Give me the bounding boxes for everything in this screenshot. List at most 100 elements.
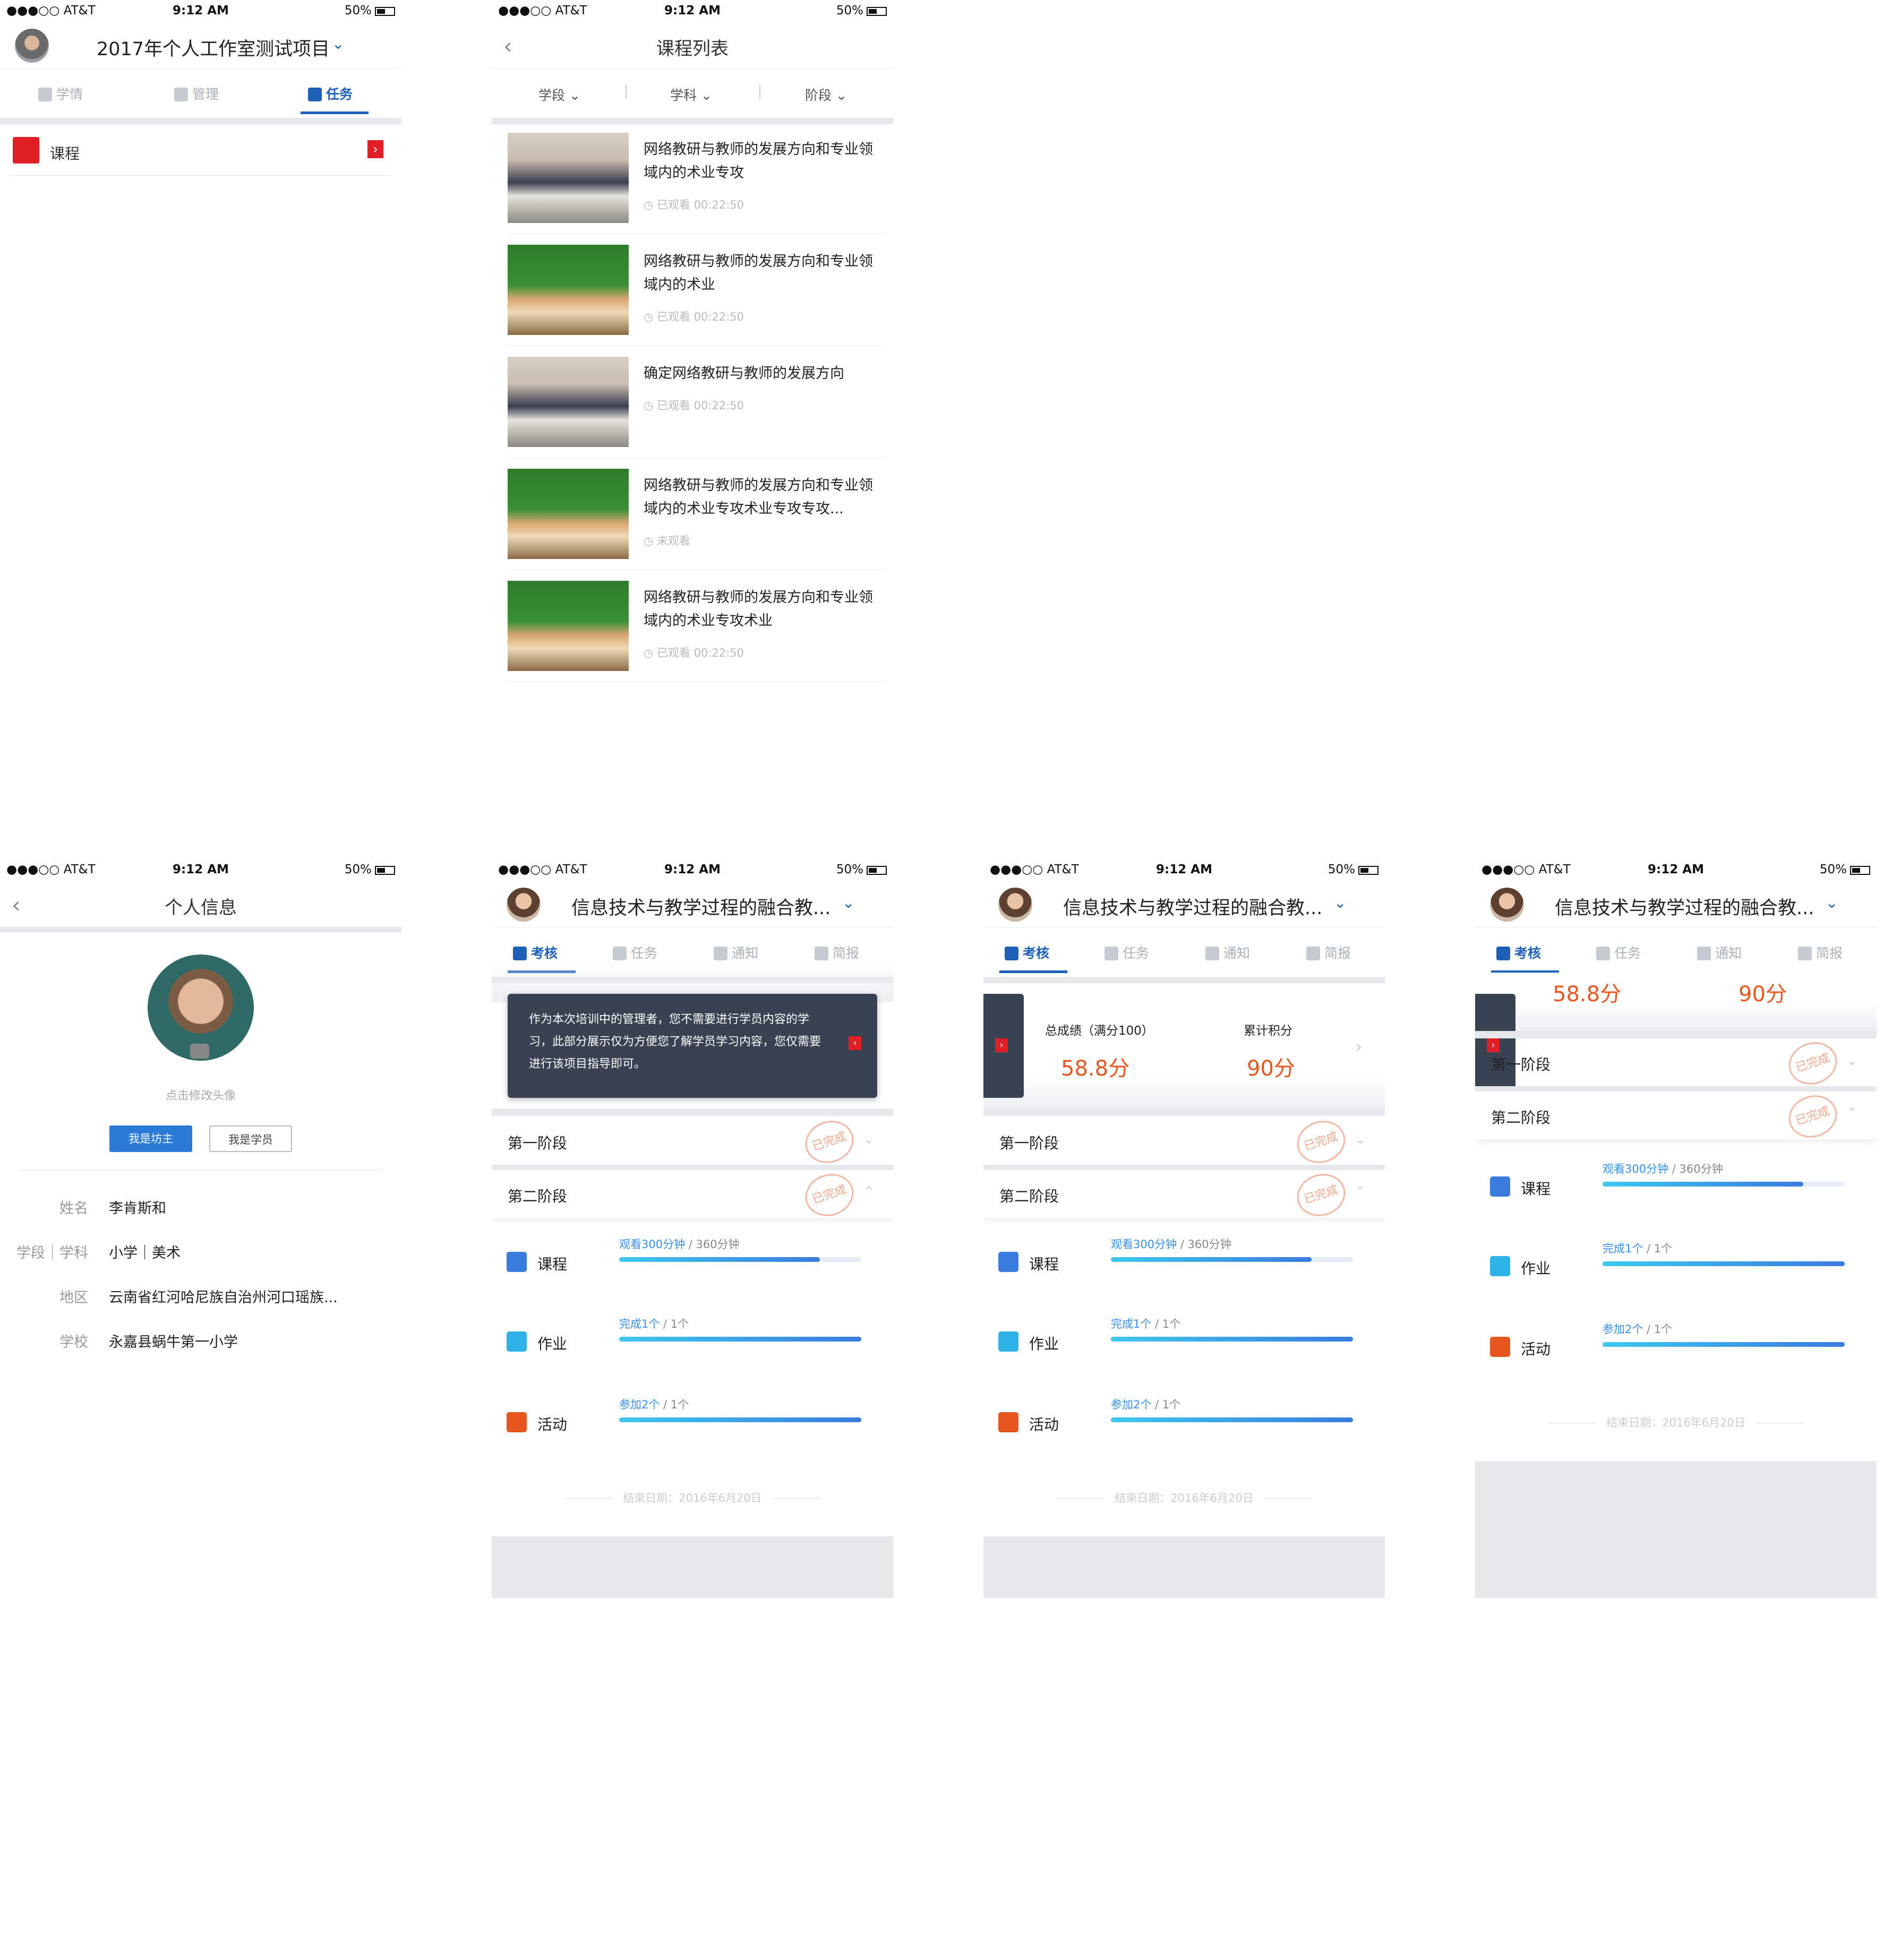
page-title[interactable]: 信息技术与教学过程的融合教... xyxy=(1555,893,1814,920)
nav-bar: 信息技术与教学过程的融合教... ⌄ xyxy=(492,882,893,927)
footer-area xyxy=(983,1536,1385,1598)
filter-stage[interactable]: 阶段 ⌄ xyxy=(805,85,847,104)
stage-1-row[interactable]: 第一阶段 已完成 ⌄ xyxy=(1475,1036,1877,1091)
tab-notice[interactable]: 通知 xyxy=(714,943,758,962)
tab-study[interactable]: 学情 xyxy=(38,84,83,103)
score-card[interactable]: 总成绩（满分100） 累计积分 58.8分 90分 › xyxy=(983,983,1385,1108)
chevron-down-icon[interactable]: ⌄ xyxy=(1847,1053,1857,1068)
points-label: 累计积分 xyxy=(1244,1024,1292,1038)
clock: 9:12 AM xyxy=(1156,863,1212,876)
course-thumbnail xyxy=(508,357,629,447)
stage-1-row[interactable]: 第一阶段 已完成 ⌄ xyxy=(492,1114,893,1170)
watch-status: ◷ 已观看 00:22:50 xyxy=(644,311,744,323)
tab-tasks[interactable]: 任务 xyxy=(613,943,657,962)
progress-track xyxy=(1111,1337,1353,1342)
completed-stamp: 已完成 xyxy=(1783,1036,1843,1091)
watch-status: ◷ 未观看 xyxy=(644,535,690,547)
chevron-down-icon[interactable]: ⌄ xyxy=(1334,894,1346,912)
camera-icon[interactable] xyxy=(190,1044,209,1059)
tab-brief[interactable]: 简报 xyxy=(1306,943,1351,962)
paper-plane-icon xyxy=(998,1412,1018,1432)
student-role-button[interactable]: 我是学员 xyxy=(209,1125,292,1152)
course-row[interactable]: 课程 › xyxy=(11,127,391,176)
screen-profile: ●●●○○ AT&T 9:12 AM 50% ‹ 个人信息 点击修改头像 我是坊… xyxy=(0,859,401,1390)
progress-track xyxy=(1603,1342,1845,1347)
tab-notice[interactable]: 通知 xyxy=(1205,943,1250,962)
page-title[interactable]: 信息技术与教学过程的融合教... xyxy=(571,893,830,920)
field-label: 姓名 xyxy=(59,1200,88,1217)
avatar[interactable] xyxy=(1490,888,1524,922)
tab-tasks[interactable]: 任务 xyxy=(1596,943,1641,962)
tab-assessment[interactable]: 考核 xyxy=(513,943,558,962)
stage-2-row[interactable]: 第二阶段 已完成 ⌃ xyxy=(492,1167,893,1223)
score-card[interactable]: 58.8分 90分 xyxy=(1475,973,1877,1031)
battery-icon xyxy=(1358,866,1378,875)
list-item[interactable]: 网络教研与教师的发展方向和专业领域内的术业专攻术业 ◷ 已观看 00:22:50 xyxy=(508,570,883,682)
footer-area xyxy=(492,1536,893,1598)
screen-studio-project: ●●●○○ AT&T 9:12 AM 50% 2017年个人工作室测试项目 ⌄ … xyxy=(0,0,401,212)
chevron-down-icon[interactable]: ⌄ xyxy=(842,894,854,912)
status-bar: ●●●○○ AT&T 9:12 AM 50% xyxy=(1475,859,1877,880)
edit-icon xyxy=(1005,947,1018,960)
chevron-up-icon[interactable]: ⌃ xyxy=(863,1184,874,1199)
divider xyxy=(1475,1031,1877,1038)
watch-status: ◷ 已观看 00:22:50 xyxy=(644,399,744,412)
watch-status: ◷ 已观看 00:22:50 xyxy=(644,199,744,211)
stage-2-row[interactable]: 第二阶段 已完成 ⌃ xyxy=(983,1167,1385,1223)
avatar[interactable] xyxy=(998,888,1032,922)
avatar[interactable] xyxy=(507,888,541,922)
clock: 9:12 AM xyxy=(664,4,721,18)
tab-indicator xyxy=(999,970,1067,973)
filter-subject[interactable]: 学科 ⌄ xyxy=(670,85,712,104)
edit-icon xyxy=(513,947,527,960)
checkbox-icon xyxy=(1596,947,1610,960)
filter-bar: 学段 ⌄ 学科 ⌄ 阶段 ⌄ xyxy=(492,69,893,124)
chevron-right-icon[interactable]: › xyxy=(1355,1036,1363,1058)
list-item[interactable]: 网络教研与教师的发展方向和专业领域内的术业专攻 ◷ 已观看 00:22:50 xyxy=(508,122,883,234)
paper-plane-icon xyxy=(507,1412,527,1432)
battery-icon xyxy=(375,866,395,875)
chevron-down-icon[interactable]: ⌄ xyxy=(1826,894,1838,912)
course-title: 网络教研与教师的发展方向和专业领域内的术业专攻 xyxy=(644,141,873,181)
stage-2-row[interactable]: 第二阶段 已完成 ⌃ xyxy=(1475,1089,1877,1144)
progress-track xyxy=(1603,1261,1845,1266)
tab-notice[interactable]: 通知 xyxy=(1697,943,1742,962)
bookmark-icon xyxy=(1798,947,1812,960)
course-title: 确定网络教研与教师的发展方向 xyxy=(644,365,844,382)
chevron-down-icon[interactable]: ⌄ xyxy=(1355,1132,1366,1147)
end-date: 结束日期：2016年6月20日 xyxy=(1475,1414,1877,1430)
field-label: 学校 xyxy=(59,1334,88,1351)
tab-tasks[interactable]: 任务 xyxy=(1104,943,1149,962)
completed-stamp: 已完成 xyxy=(1783,1089,1843,1144)
host-role-button[interactable]: 我是坊主 xyxy=(109,1125,192,1152)
collapse-icon[interactable]: ‹ xyxy=(849,1036,861,1050)
chevron-up-icon[interactable]: ⌃ xyxy=(1847,1105,1857,1120)
filter-grade[interactable]: 学段 ⌄ xyxy=(538,85,580,104)
list-item[interactable]: 确定网络教研与教师的发展方向 ◷ 已观看 00:22:50 xyxy=(508,346,883,458)
field-value: 云南省红河哈尼族自治州河口瑶族... xyxy=(109,1290,338,1306)
course-title: 网络教研与教师的发展方向和专业领域内的术业专攻术业 xyxy=(644,589,873,629)
tab-assessment[interactable]: 考核 xyxy=(1005,943,1049,962)
page-title[interactable]: 信息技术与教学过程的融合教... xyxy=(1063,893,1322,920)
stage-1-row[interactable]: 第一阶段 已完成 ⌄ xyxy=(983,1114,1385,1170)
tab-bar: 学情 管理 任务 xyxy=(0,69,401,124)
tab-brief[interactable]: 简报 xyxy=(1798,943,1843,962)
battery-icon xyxy=(867,866,887,875)
progress-track xyxy=(619,1257,861,1262)
list-item[interactable]: 网络教研与教师的发展方向和专业领域内的术业专攻术业专攻专攻... ◷ 未观看 xyxy=(508,458,883,570)
chevron-down-icon[interactable]: ⌄ xyxy=(332,35,344,53)
manager-side-tab[interactable]: › xyxy=(983,994,1024,1098)
battery-icon xyxy=(375,7,395,16)
avatar[interactable] xyxy=(15,29,49,63)
tab-manage[interactable]: 管理 xyxy=(174,84,219,103)
chevron-down-icon[interactable]: ⌄ xyxy=(863,1132,874,1147)
tab-brief[interactable]: 简报 xyxy=(815,943,859,962)
tab-tasks[interactable]: 任务 xyxy=(308,84,353,103)
list-item[interactable]: 网络教研与教师的发展方向和专业领域内的术业 ◷ 已观看 00:22:50 xyxy=(508,234,883,346)
tab-assessment[interactable]: 考核 xyxy=(1496,943,1541,962)
chevron-right-icon[interactable]: › xyxy=(367,140,383,158)
tab-bar: 考核 任务 通知 简报 xyxy=(983,928,1385,983)
page-title[interactable]: 2017年个人工作室测试项目 xyxy=(97,34,330,61)
chevron-up-icon[interactable]: ⌃ xyxy=(1355,1184,1366,1199)
screen-course-list: ●●●○○ AT&T 9:12 AM 50% ‹ 课程列表 学段 ⌄ 学科 ⌄ … xyxy=(492,0,893,690)
